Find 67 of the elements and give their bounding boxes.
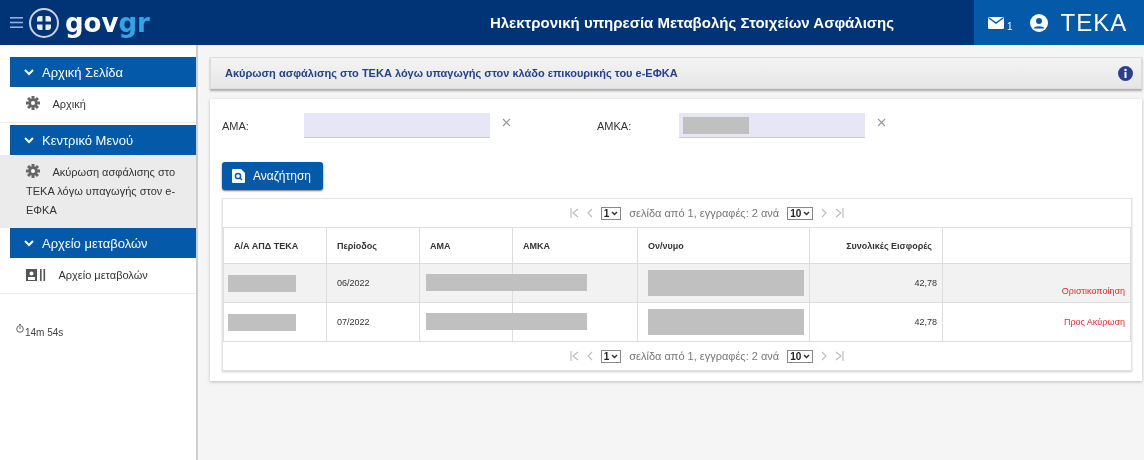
section-title: Αρχείο μεταβολών xyxy=(42,235,148,251)
gear-icon xyxy=(26,96,40,110)
mail-icon[interactable] xyxy=(988,16,1004,29)
gear-icon xyxy=(26,164,40,178)
column-header: Συνολικές Εισφορές xyxy=(809,227,943,264)
session-timer: 14m 54s xyxy=(25,327,64,338)
sidebar-section-header[interactable]: Αρχική Σελίδα xyxy=(10,57,196,87)
page-title: Ακύρωση ασφάλισης στο ΤΕΚΑ λόγω υπαγωγής στον κλάδο επικουρικής του e-ΕΦΚΑ xyxy=(225,67,678,79)
table-row[interactable]: 06/2022 42,78 Οριστικοποίηση xyxy=(223,263,1131,303)
menu-icon[interactable] xyxy=(10,17,23,28)
clear-icon[interactable] xyxy=(877,118,886,127)
sidebar-section-header[interactable]: Κεντρικό Μενού xyxy=(10,125,196,155)
next-page-icon[interactable] xyxy=(821,208,828,218)
last-page-icon[interactable] xyxy=(835,208,845,218)
first-page-icon[interactable] xyxy=(569,351,579,361)
section-title: Κεντρικό Μενού xyxy=(42,132,134,148)
page-select[interactable]: 1 xyxy=(600,206,622,220)
page-size-select[interactable]: 10 xyxy=(787,206,814,220)
column-header: ΑΜΑ xyxy=(419,227,513,264)
input-field[interactable] xyxy=(679,113,865,138)
previous-page-icon[interactable] xyxy=(586,351,593,361)
logo: govgr xyxy=(65,7,150,38)
input-field[interactable] xyxy=(304,113,490,138)
field-label: ΑΜΑ: xyxy=(222,119,250,132)
last-page-icon[interactable] xyxy=(835,351,845,361)
user-icon[interactable] xyxy=(1029,13,1048,32)
table-cell: 42,78 xyxy=(914,278,937,288)
section-title: Αρχική Σελίδα xyxy=(42,64,124,80)
redacted-bar xyxy=(683,116,749,134)
sidebar-item[interactable]: Αρχική xyxy=(0,87,196,123)
sidebar-item[interactable]: Αρχείο μεταβολών xyxy=(0,258,196,294)
mail-count: 1 xyxy=(1007,21,1013,32)
id-card-icon xyxy=(26,269,46,281)
search-button[interactable]: Αναζήτηση xyxy=(222,162,323,190)
emblem-icon xyxy=(29,7,59,38)
redacted-bar xyxy=(228,274,296,292)
header-title: Ηλεκτρονική υπηρεσία Μεταβολής Στοιχείων Ασφάλισης xyxy=(488,14,896,31)
first-page-icon[interactable] xyxy=(569,208,579,218)
search-icon xyxy=(232,169,245,183)
table-row[interactable]: 07/2022 42,78 Προς Ακύρωση xyxy=(223,302,1131,342)
status-link[interactable]: Προς Ακύρωση xyxy=(1063,317,1125,327)
column-header: Ον/νυμο xyxy=(637,227,810,264)
pager-text: σελίδα από 1, εγγραφές: 2 ανά xyxy=(629,350,780,362)
column-header: Περίοδος xyxy=(326,227,420,264)
clear-icon[interactable] xyxy=(502,118,511,127)
brand-logo: TEKA xyxy=(1060,8,1128,37)
page-size-select[interactable]: 10 xyxy=(787,349,814,363)
page-select[interactable]: 1 xyxy=(600,349,622,363)
table-cell: 06/2022 xyxy=(337,278,370,288)
column-header: Α/Α ΑΠΔ ΤΕΚΑ xyxy=(223,227,327,264)
table-cell: 07/2022 xyxy=(337,317,370,327)
column-header: ΑΜΚΑ xyxy=(512,227,638,264)
field-label: ΑΜΚΑ: xyxy=(597,119,633,132)
caret-icon xyxy=(611,210,619,216)
caret-icon xyxy=(803,210,811,216)
previous-page-icon[interactable] xyxy=(586,208,593,218)
redacted-bar xyxy=(228,313,296,331)
caret-icon xyxy=(803,353,811,359)
status-link[interactable]: Οριστικοποίηση xyxy=(1061,286,1125,296)
stopwatch-icon xyxy=(16,324,24,333)
table-cell: 42,78 xyxy=(914,317,937,327)
pager-text: σελίδα από 1, εγγραφές: 2 ανά xyxy=(629,207,780,219)
sidebar-section-header[interactable]: Αρχείο μεταβολών xyxy=(10,228,196,258)
sidebar-item[interactable]: Ακύρωση ασφάλισης στο ΤΕΚΑ λόγω υπαγωγής στον e-ΕΦΚΑ xyxy=(0,155,196,228)
caret-icon xyxy=(611,353,619,359)
info-icon[interactable] xyxy=(1118,65,1133,81)
next-page-icon[interactable] xyxy=(821,351,828,361)
